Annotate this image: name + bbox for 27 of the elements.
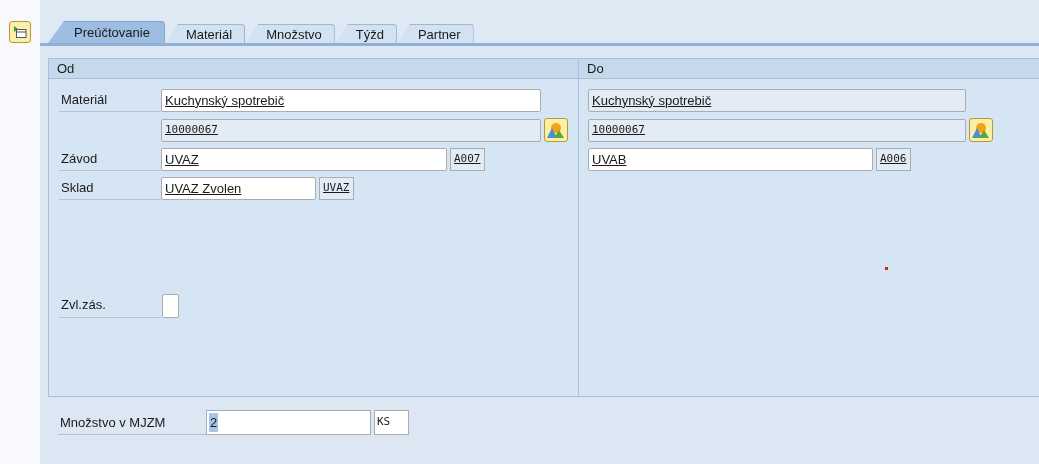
material-name-field[interactable]: Kuchynský spotrebič — [161, 89, 541, 112]
field-label: Zvl.zás. — [59, 294, 161, 318]
tab[interactable]: Materiál — [165, 24, 246, 43]
picture-button[interactable] — [544, 118, 568, 142]
plant-code: A006 — [876, 148, 911, 171]
tab[interactable]: Preúčtovanie — [48, 21, 165, 43]
tab[interactable]: Množstvo — [246, 24, 335, 43]
sun-mountains-icon — [972, 122, 990, 138]
quantity-field[interactable]: 2 — [206, 410, 371, 435]
checkbox[interactable] — [162, 294, 179, 318]
sun-mountains-icon — [547, 122, 565, 138]
storage-field[interactable]: UVAZ Zvolen — [161, 177, 316, 200]
group-header: Od — [49, 59, 578, 79]
plant-code: A007 — [450, 148, 485, 171]
layout-toggle-button[interactable] — [9, 21, 31, 43]
plant-field[interactable]: UVAB — [588, 148, 873, 171]
material-number-field[interactable]: 10000067 — [161, 118, 541, 142]
storage-code: UVAZ — [319, 177, 354, 200]
panel-icon — [13, 25, 27, 39]
material-number-field[interactable]: 10000067 — [588, 118, 966, 142]
plant-field[interactable]: UVAZ — [161, 148, 447, 171]
tab[interactable]: Partner — [397, 24, 474, 43]
unit-field[interactable]: KS — [374, 410, 409, 435]
tab[interactable]: Týžd — [335, 24, 397, 43]
picture-button[interactable] — [969, 118, 993, 142]
material-name-field[interactable]: Kuchynský spotrebič — [588, 89, 966, 112]
group-header: Do — [579, 59, 1039, 79]
